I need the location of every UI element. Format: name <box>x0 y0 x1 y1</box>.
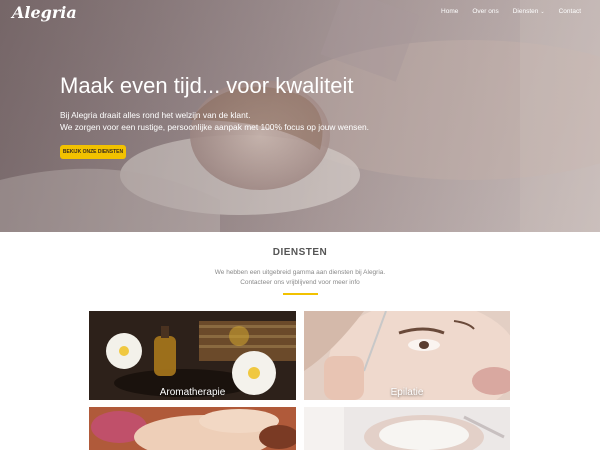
service-card-label: Epilatie <box>390 387 424 398</box>
services-title: DIENSTEN <box>272 247 328 258</box>
hero-line-2: We zorgen voor een rustige, persoonlijke… <box>60 121 369 132</box>
chevron-down-icon: ⌄ <box>540 9 545 15</box>
nav-item-contact[interactable]: Contact <box>559 8 581 15</box>
service-card-epilatie[interactable]: Epilatie <box>304 311 510 400</box>
services-intro-line-1: We hebben een uitgebreid gamma aan diens… <box>214 269 386 276</box>
nav-item-diensten-label: Diensten <box>512 8 539 15</box>
hero-title: Maak even tijd... voor kwaliteit <box>60 73 354 98</box>
hero-description: Bij Alegria draait alles rond het welzij… <box>60 110 369 133</box>
top-navbar: Alegria Home Over ons Diensten ⌄ Contact <box>0 0 600 26</box>
section-divider <box>283 293 318 295</box>
pedicure-image <box>89 407 296 450</box>
service-card-4[interactable] <box>304 407 510 450</box>
site-logo[interactable]: Alegria <box>12 3 77 22</box>
view-services-button[interactable]: BEKIJK ONZE DIENSTEN <box>60 145 126 159</box>
hero-line-1: Bij Alegria draait alles rond het welzij… <box>60 110 251 120</box>
service-card-label: Aromatherapie <box>159 387 226 398</box>
nav-item-over-ons[interactable]: Over ons <box>472 8 498 15</box>
main-nav: Home Over ons Diensten ⌄ Contact <box>427 8 581 15</box>
service-card-aromatherapie[interactable]: Aromatherapie <box>89 311 296 400</box>
services-intro-line-2: Contacteer ons vrijblijvend voor meer in… <box>240 278 360 286</box>
service-card-3[interactable] <box>89 407 296 450</box>
services-intro: We hebben een uitgebreid gamma aan diens… <box>0 268 600 287</box>
nav-item-home[interactable]: Home <box>441 8 458 15</box>
facial-image <box>304 407 510 450</box>
hero-section: Alegria Home Over ons Diensten ⌄ Contact … <box>0 0 600 232</box>
nav-item-diensten[interactable]: Diensten ⌄ <box>513 8 545 15</box>
